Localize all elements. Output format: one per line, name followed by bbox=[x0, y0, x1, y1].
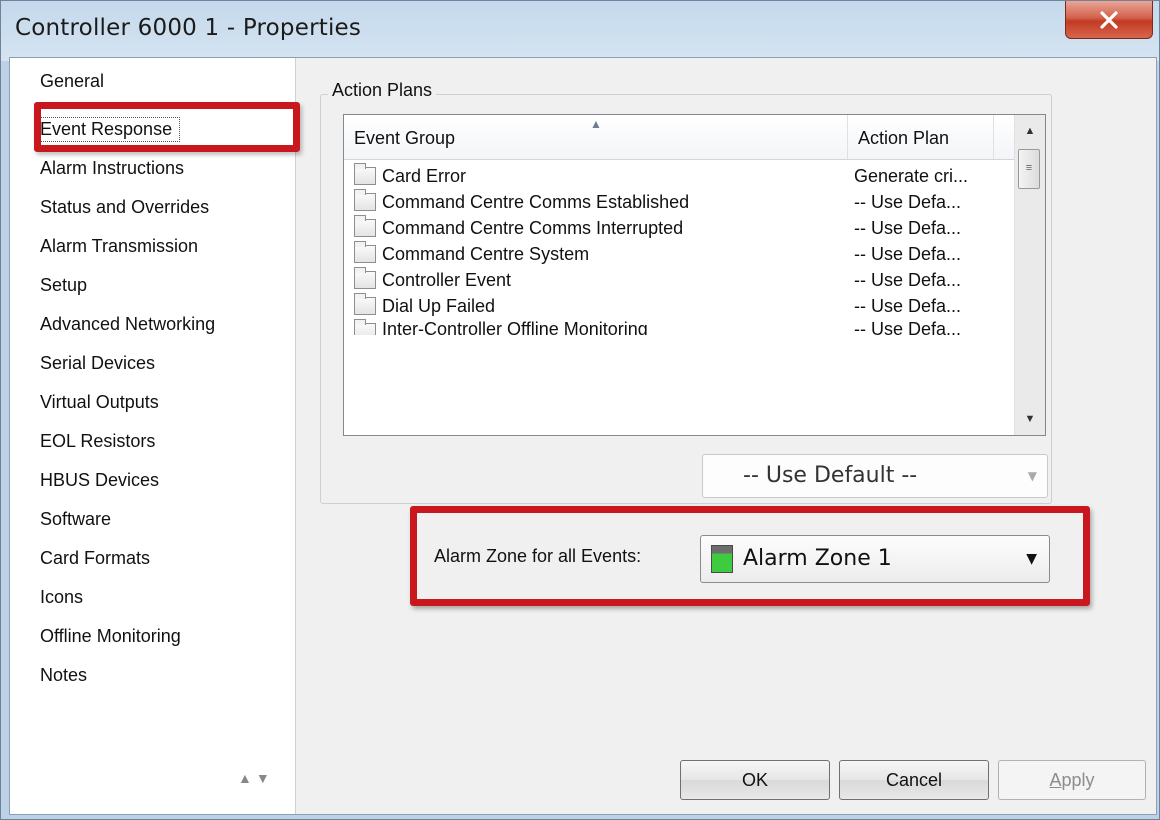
folder-icon bbox=[354, 215, 376, 237]
list-item[interactable]: Command Centre Comms Established -- Use … bbox=[350, 189, 1010, 215]
action-plan-value: -- Use Defa... bbox=[854, 218, 962, 238]
nav-scroll-arrows-icon[interactable]: ▲▼ bbox=[238, 770, 274, 786]
alarm-zone-icon bbox=[711, 545, 733, 573]
action-plan-dropdown[interactable]: -- Use Default -- ▼ bbox=[702, 454, 1048, 498]
event-group-name: Command Centre Comms Interrupted bbox=[382, 218, 684, 238]
action-plan-value: -- Use Defa... bbox=[854, 319, 962, 335]
nav-item-notes[interactable]: Notes bbox=[40, 662, 87, 688]
apply-button[interactable]: Apply bbox=[998, 760, 1146, 800]
nav-item-advanced-networking[interactable]: Advanced Networking bbox=[40, 311, 215, 337]
action-plan-value: Generate cri... bbox=[854, 166, 969, 186]
cancel-button[interactable]: Cancel bbox=[839, 760, 989, 800]
alarm-zone-label: Alarm Zone for all Events: bbox=[434, 546, 642, 566]
nav-item-status-overrides[interactable]: Status and Overrides bbox=[40, 194, 209, 220]
scroll-up-icon[interactable]: ▲ bbox=[1017, 117, 1043, 145]
nav-item-hbus-devices[interactable]: HBUS Devices bbox=[40, 467, 159, 493]
close-icon bbox=[1100, 10, 1118, 29]
action-plan-dropdown-value: -- Use Default -- bbox=[743, 463, 918, 488]
event-group-name: Card Error bbox=[382, 166, 467, 186]
nav-item-alarm-transmission[interactable]: Alarm Transmission bbox=[40, 233, 198, 259]
action-plan-value: -- Use Defa... bbox=[854, 244, 962, 264]
nav-item-virtual-outputs[interactable]: Virtual Outputs bbox=[40, 389, 159, 415]
chevron-down-icon: ▼ bbox=[1027, 469, 1037, 483]
nav-item-general[interactable]: General bbox=[40, 68, 104, 94]
folder-icon bbox=[354, 319, 376, 335]
nav-item-offline-monitoring[interactable]: Offline Monitoring bbox=[40, 623, 181, 649]
folder-icon bbox=[354, 241, 376, 263]
event-group-name: Dial Up Failed bbox=[382, 296, 496, 316]
list-header: Event Group Action Plan ▲ bbox=[344, 115, 1016, 160]
chevron-down-icon: ▼ bbox=[1026, 551, 1037, 567]
list-item[interactable]: Controller Event -- Use Defa... bbox=[350, 267, 1010, 293]
event-group-name: Command Centre Comms Established bbox=[382, 192, 690, 212]
action-plan-value: -- Use Defa... bbox=[854, 296, 962, 316]
folder-icon bbox=[354, 293, 376, 315]
apply-accelerator: A bbox=[1049, 770, 1062, 790]
column-header-action-plan[interactable]: Action Plan bbox=[848, 115, 994, 159]
folder-icon bbox=[354, 189, 376, 211]
list-item[interactable]: Command Centre System -- Use Defa... bbox=[350, 241, 1010, 267]
event-group-name: Command Centre System bbox=[382, 244, 590, 264]
title-bar: Controller 6000 1 - Properties bbox=[1, 1, 1159, 57]
list-vertical-scrollbar[interactable]: ▲ ≡ ▼ bbox=[1014, 115, 1045, 435]
nav-item-icons[interactable]: Icons bbox=[40, 584, 83, 610]
nav-item-setup[interactable]: Setup bbox=[40, 272, 87, 298]
event-response-highlight-box bbox=[34, 102, 300, 152]
window-title: Controller 6000 1 - Properties bbox=[15, 15, 362, 41]
category-nav-list: General Event Response Alarm Instruction… bbox=[10, 58, 296, 814]
event-group-name: Controller Event bbox=[382, 270, 512, 290]
dialog-client-area: General Event Response Alarm Instruction… bbox=[9, 57, 1157, 815]
nav-item-card-formats[interactable]: Card Formats bbox=[40, 545, 150, 571]
action-plans-label: Action Plans bbox=[328, 80, 437, 101]
list-item[interactable]: Command Centre Comms Interrupted -- Use … bbox=[350, 215, 1010, 241]
list-item[interactable]: Inter-Controller Offline Monitoring -- U… bbox=[350, 319, 1010, 335]
action-plan-value: -- Use Defa... bbox=[854, 270, 962, 290]
folder-icon bbox=[354, 267, 376, 289]
nav-item-alarm-instructions[interactable]: Alarm Instructions bbox=[40, 155, 184, 181]
event-group-name: Inter-Controller Offline Monitoring bbox=[382, 319, 648, 335]
scroll-down-icon[interactable]: ▼ bbox=[1017, 405, 1043, 433]
nav-item-software[interactable]: Software bbox=[40, 506, 111, 532]
list-item[interactable]: Card Error Generate cri... bbox=[350, 163, 1010, 189]
apply-label-rest: pply bbox=[1061, 770, 1095, 790]
nav-item-serial-devices[interactable]: Serial Devices bbox=[40, 350, 155, 376]
close-button[interactable] bbox=[1065, 1, 1153, 39]
alarm-zone-dropdown[interactable]: Alarm Zone 1 ▼ bbox=[700, 535, 1050, 583]
sort-ascending-icon: ▲ bbox=[590, 117, 602, 131]
action-plan-value: -- Use Defa... bbox=[854, 192, 962, 212]
ok-button[interactable]: OK bbox=[680, 760, 830, 800]
list-item[interactable]: Dial Up Failed -- Use Defa... bbox=[350, 293, 1010, 319]
alarm-zone-value: Alarm Zone 1 bbox=[743, 546, 892, 571]
action-plans-list[interactable]: Event Group Action Plan ▲ Card Error Gen… bbox=[343, 114, 1046, 436]
folder-icon bbox=[354, 163, 376, 185]
nav-item-eol-resistors[interactable]: EOL Resistors bbox=[40, 428, 155, 454]
scroll-thumb[interactable]: ≡ bbox=[1018, 149, 1040, 189]
properties-dialog: Controller 6000 1 - Properties General E… bbox=[0, 0, 1160, 820]
